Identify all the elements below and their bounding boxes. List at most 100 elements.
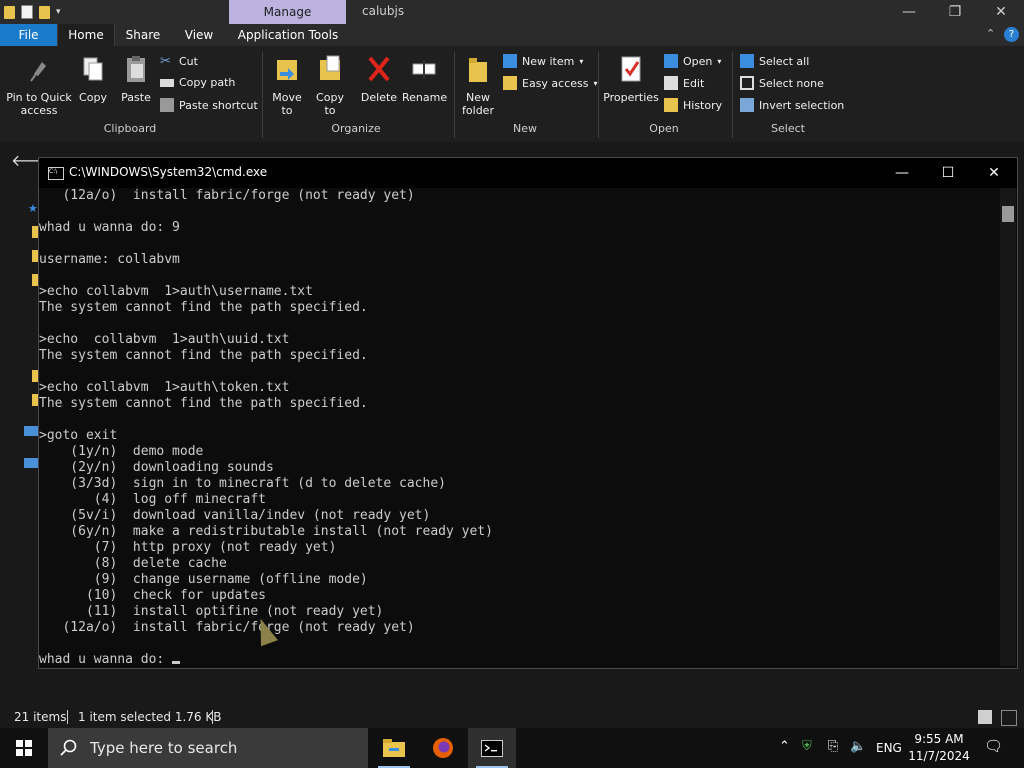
search-icon (60, 739, 77, 756)
copy-icon (83, 57, 103, 81)
navigation-pane: ★ (0, 176, 40, 706)
paste-button[interactable]: Paste (118, 54, 154, 104)
tab-application-tools[interactable]: Application Tools (232, 24, 344, 46)
folder-icon (4, 5, 15, 19)
this-pc-icon[interactable] (24, 426, 38, 436)
minimize-ribbon-chevron-icon[interactable]: ⌃ (986, 27, 995, 40)
new-folder-button[interactable]: New folder (458, 54, 498, 117)
properties-label: Properties (603, 91, 659, 104)
edit-button[interactable]: Edit (664, 76, 704, 90)
cmd-maximize-button[interactable]: ☐ (925, 158, 971, 188)
customize-toolbar-caret-icon[interactable]: ▾ (56, 7, 61, 17)
open-caret-icon: ▾ (717, 56, 722, 66)
select-all-label: Select all (759, 54, 810, 68)
group-divider (454, 52, 455, 138)
tab-view[interactable]: View (176, 24, 222, 46)
open-button[interactable]: Open ▾ (664, 54, 721, 68)
volume-icon[interactable]: 🔈 (850, 739, 866, 754)
cmd-close-button[interactable]: ✕ (971, 158, 1017, 188)
copy-to-button[interactable]: Copy to (310, 54, 350, 117)
network-tray-icon[interactable]: ⎘ (828, 739, 838, 754)
open-icon (664, 54, 678, 68)
console-prompt-line[interactable]: whad u wanna do: (39, 652, 999, 666)
tab-home[interactable]: Home (57, 24, 115, 46)
tab-file[interactable]: File (0, 24, 57, 46)
rename-label: Rename (402, 91, 448, 104)
copy-button[interactable]: Copy (76, 54, 110, 104)
invert-selection-button[interactable]: Invert selection (740, 98, 844, 112)
new-item-caret-icon: ▾ (579, 56, 584, 66)
rename-button[interactable]: Rename (402, 54, 448, 104)
console-line: (4) log off minecraft (39, 492, 266, 507)
explorer-title-bar: ▾ Manage calubjs — ❐ ✕ (0, 0, 1024, 24)
tab-share[interactable]: Share (120, 24, 166, 46)
scrollbar-thumb[interactable] (1002, 206, 1014, 222)
pin-to-quick-access-button[interactable]: Pin to Quick access (4, 54, 74, 117)
paste-shortcut-label: Paste shortcut (179, 98, 258, 112)
console-output[interactable]: (12a/o) install fabric/forge (not ready … (39, 188, 999, 666)
details-view-icon[interactable] (978, 710, 992, 724)
taskbar-search-box[interactable] (48, 728, 368, 768)
invert-selection-icon (740, 98, 754, 112)
easy-access-caret-icon: ▾ (593, 78, 598, 88)
organize-group-label: Organize (331, 122, 381, 135)
properties-icon[interactable] (21, 5, 33, 19)
large-icons-view-icon[interactable] (1001, 710, 1017, 726)
delete-button[interactable]: Delete (358, 54, 400, 104)
new-folder-icon[interactable] (39, 5, 50, 19)
pin-icon (30, 62, 46, 82)
manage-tab[interactable]: Manage (229, 0, 346, 24)
explorer-close-button[interactable]: ✕ (978, 0, 1024, 24)
new-folder-icon (469, 58, 487, 82)
ribbon: Pin to Quick access Copy Paste ✂ Cut Cop… (0, 46, 1024, 143)
taskbar-cmd[interactable] (468, 728, 516, 768)
cmd-window[interactable]: C:\ C:\WINDOWS\System32\cmd.exe — ☐ ✕ (1… (38, 157, 1018, 669)
select-all-icon (740, 54, 754, 68)
copy-path-button[interactable]: Copy path (160, 76, 235, 89)
search-input[interactable] (88, 738, 352, 758)
edit-icon (664, 76, 678, 90)
taskbar-file-explorer[interactable] (370, 728, 418, 768)
console-scrollbar[interactable] (1000, 188, 1016, 666)
help-icon[interactable]: ? (1004, 27, 1019, 42)
cmd-icon[interactable]: C:\ (48, 167, 64, 180)
console-line: >echo collabvm 1>auth\uuid.txt (39, 332, 290, 347)
explorer-maximize-button[interactable]: ❐ (932, 0, 978, 24)
history-button[interactable]: History (664, 98, 722, 112)
easy-access-button[interactable]: Easy access ▾ (503, 76, 598, 90)
quick-access-star-icon[interactable]: ★ (28, 202, 38, 215)
paste-icon (127, 56, 145, 82)
cmd-minimize-button[interactable]: — (879, 158, 925, 188)
console-line: (7) http proxy (not ready yet) (39, 540, 337, 555)
console-line: (9) change username (offline mode) (39, 572, 368, 587)
security-tray-icon[interactable]: ⛨ (802, 739, 812, 754)
explorer-status-bar: 21 items 1 item selected 1.76 KB (0, 706, 1024, 728)
move-to-icon (277, 60, 297, 80)
explorer-minimize-button[interactable]: — (886, 0, 932, 24)
taskbar-firefox[interactable] (419, 728, 467, 768)
easy-access-label: Easy access (522, 76, 589, 90)
new-item-icon (503, 54, 517, 68)
cmd-title-bar[interactable]: C:\ C:\WINDOWS\System32\cmd.exe — ☐ ✕ (39, 158, 1017, 188)
network-icon[interactable] (24, 458, 38, 468)
taskbar-clock[interactable]: 9:55 AM 11/7/2024 (908, 731, 970, 765)
notifications-icon[interactable]: 🗨 (984, 737, 1003, 755)
console-line: (8) delete cache (39, 556, 227, 571)
input-language[interactable]: ENG (876, 741, 902, 755)
paste-shortcut-button[interactable]: Paste shortcut (160, 98, 258, 112)
console-line: (11) install optifine (not ready yet) (39, 604, 384, 619)
file-explorer-icon (383, 739, 405, 757)
group-divider (598, 52, 599, 138)
new-group-label: New (513, 122, 537, 135)
properties-button[interactable]: Properties (602, 54, 660, 104)
select-none-button[interactable]: Select none (740, 76, 824, 90)
cut-button[interactable]: ✂ Cut (160, 54, 198, 69)
move-to-button[interactable]: Move to (266, 54, 308, 117)
console-line: username: collabvm (39, 252, 180, 267)
select-all-button[interactable]: Select all (740, 54, 809, 68)
start-button[interactable] (0, 728, 48, 768)
show-hidden-icons-chevron-icon[interactable]: ⌃ (779, 739, 790, 754)
history-icon (664, 98, 678, 112)
new-item-button[interactable]: New item ▾ (503, 54, 583, 68)
